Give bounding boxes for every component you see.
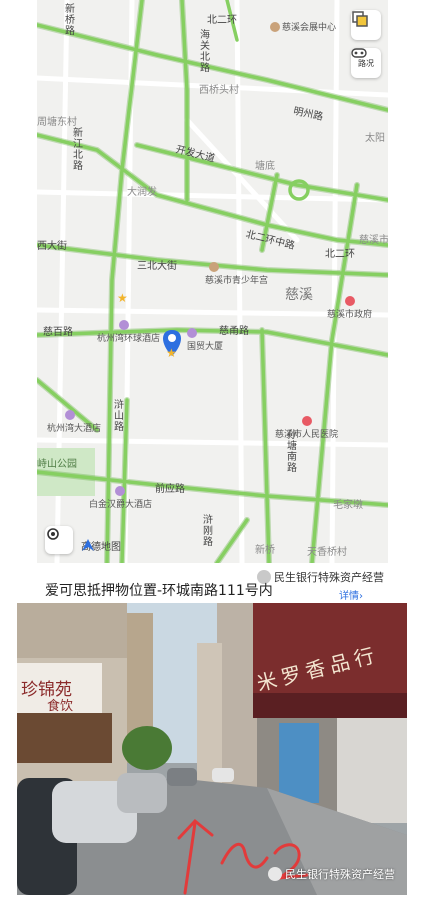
road-label: 浒刚路 bbox=[203, 515, 213, 548]
place-label: 周塘东村 bbox=[37, 117, 77, 128]
poi-hzw-hotel[interactable]: 杭州湾大酒店 bbox=[47, 410, 101, 434]
traffic-button[interactable]: 路况 bbox=[351, 48, 381, 78]
poi-hospital[interactable]: 慈溪市人民医院 bbox=[275, 416, 338, 440]
poi-government[interactable]: 慈溪市政府 bbox=[327, 296, 372, 320]
place-label: 西桥头村 bbox=[199, 85, 239, 96]
traffic-label: 路况 bbox=[358, 59, 374, 68]
place-label: 天香桥村 bbox=[307, 547, 347, 558]
watermark-text: 民生银行特殊资产经营 bbox=[285, 868, 395, 881]
chevron-right-icon: › bbox=[359, 591, 363, 602]
poi-hotel-hzw[interactable]: 杭州湾环球酒店 bbox=[97, 320, 160, 344]
poi-convention-center[interactable]: 慈溪会展中心 bbox=[270, 20, 336, 33]
place-label: 毛家墩 bbox=[333, 500, 363, 511]
poi-label: 慈溪市青少年宫 bbox=[205, 276, 269, 286]
road-label: 浒山路 bbox=[114, 400, 124, 433]
road-label: 北二环 bbox=[207, 15, 237, 26]
place-label: 大润发 bbox=[127, 187, 157, 198]
road-label: 新桥路 bbox=[65, 4, 75, 37]
amap-logo: 高德地图 bbox=[81, 538, 121, 553]
place-label: 慈溪市 bbox=[359, 235, 388, 246]
watermark-bottom: 民生银行特殊资产经营 bbox=[268, 866, 395, 882]
road-label: 新江北路 bbox=[73, 128, 83, 172]
poi-label: 白金汉爵大酒店 bbox=[89, 500, 153, 510]
street-photo: 米罗香品行 珍锦苑 食饮 bbox=[17, 603, 407, 895]
poi-guomao[interactable]: 国贸大厦 bbox=[187, 328, 223, 352]
left-shop-sign-secondary: 食饮 bbox=[47, 699, 74, 714]
road-label: 三北大街 bbox=[137, 261, 177, 272]
road-label: 慈百路 bbox=[43, 327, 73, 338]
poi-icon bbox=[209, 262, 219, 272]
poi-label: 慈溪会展中心 bbox=[282, 23, 337, 33]
poi-icon bbox=[187, 328, 197, 338]
poi-label: 慈溪市人民医院 bbox=[275, 430, 339, 440]
poi-label: 慈溪市政府 bbox=[327, 310, 373, 320]
place-label: 塘底 bbox=[255, 161, 275, 172]
poi-youth-palace[interactable]: 慈溪市青少年宫 bbox=[205, 262, 268, 286]
hospital-icon bbox=[301, 416, 312, 426]
hotel-icon bbox=[65, 410, 75, 420]
place-label: 新桥 bbox=[255, 545, 275, 556]
star-icon: ★ bbox=[117, 291, 128, 305]
poi-park[interactable]: 峙山公园 bbox=[37, 455, 77, 470]
watermark-text: 民生银行特殊资产经营 bbox=[274, 571, 384, 584]
detail-link[interactable]: 详情› bbox=[339, 587, 363, 602]
road-label: 北二环 bbox=[325, 249, 355, 260]
poi-label: 峙山公园 bbox=[37, 459, 77, 470]
detail-link-label: 详情 bbox=[339, 591, 359, 602]
star-icon: ★ bbox=[166, 346, 177, 360]
layers-icon bbox=[352, 11, 368, 27]
poi-label: 杭州湾环球酒店 bbox=[97, 334, 161, 344]
caption: 爱可思抵押物位置-环城南路111号内 bbox=[45, 583, 273, 599]
poi-icon bbox=[270, 21, 280, 32]
road-label: 慈甬路 bbox=[219, 326, 249, 337]
wechat-logo-icon bbox=[268, 867, 282, 881]
district-label: 慈溪 bbox=[285, 287, 313, 303]
hotel-icon bbox=[119, 320, 129, 330]
hotel-icon bbox=[115, 486, 125, 496]
traffic-icon bbox=[351, 48, 367, 58]
road-label: 西大街 bbox=[37, 241, 67, 252]
poi-label: 国贸大厦 bbox=[187, 342, 224, 352]
poi-baijin[interactable]: 白金汉爵大酒店 bbox=[89, 486, 152, 510]
watermark-top: 民生银行特殊资产经营 bbox=[257, 569, 384, 585]
place-label: 太阳 bbox=[365, 133, 385, 144]
map-view[interactable]: ★ ★ 新桥路 北二环 海关北路 明州路 周塘东村 新江北路 开发大道 北二环中… bbox=[37, 0, 388, 563]
locate-icon bbox=[47, 528, 59, 540]
poi-icon bbox=[344, 296, 355, 306]
amap-logo-icon bbox=[82, 539, 94, 551]
road-label: 海关北路 bbox=[200, 30, 210, 74]
poi-label: 杭州湾大酒店 bbox=[47, 424, 102, 434]
road-label: 前应路 bbox=[155, 484, 185, 495]
layers-button[interactable] bbox=[351, 10, 381, 40]
locate-button[interactable] bbox=[45, 526, 73, 554]
